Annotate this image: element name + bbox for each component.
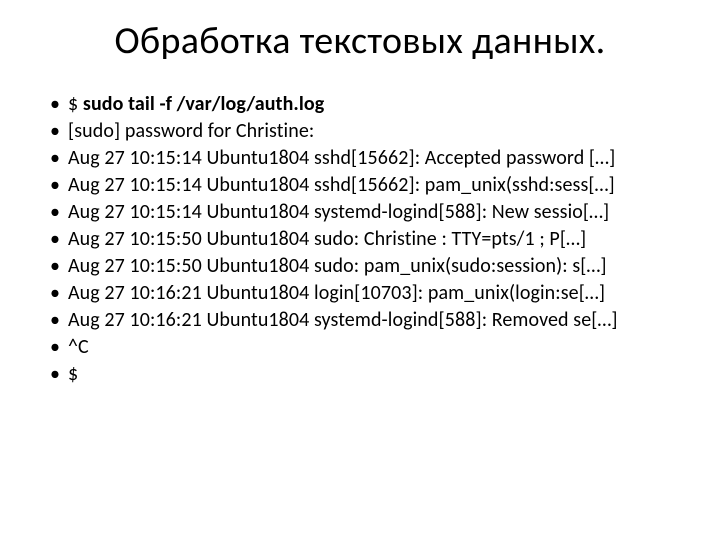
list-item: Aug 27 10:16:21 Ubuntu1804 systemd-login… <box>48 308 680 333</box>
list-item: Aug 27 10:15:14 Ubuntu1804 sshd[15662]: … <box>48 146 680 171</box>
list-item: Aug 27 10:15:50 Ubuntu1804 sudo: pam_uni… <box>48 254 680 279</box>
list-item: [sudo] password for Christine: <box>48 119 680 144</box>
list-item: ^C <box>48 335 680 360</box>
list-item: $ <box>48 362 680 387</box>
list-item: $ sudo tail -f /var/log/auth.log <box>48 92 680 117</box>
bullet-list: $ sudo tail -f /var/log/auth.log [sudo] … <box>48 92 680 387</box>
slide-content: $ sudo tail -f /var/log/auth.log [sudo] … <box>40 92 680 387</box>
slide-title: Обработка текстовых данных. <box>40 18 680 64</box>
list-item: Aug 27 10:15:14 Ubuntu1804 sshd[15662]: … <box>48 173 680 198</box>
list-item: Aug 27 10:15:50 Ubuntu1804 sudo: Christi… <box>48 227 680 252</box>
list-item: Aug 27 10:15:14 Ubuntu1804 systemd-login… <box>48 200 680 225</box>
list-item: Aug 27 10:16:21 Ubuntu1804 login[10703]:… <box>48 281 680 306</box>
command-prefix: $ <box>68 92 83 116</box>
command-bold: sudo tail -f /var/log/auth.log <box>83 92 324 116</box>
